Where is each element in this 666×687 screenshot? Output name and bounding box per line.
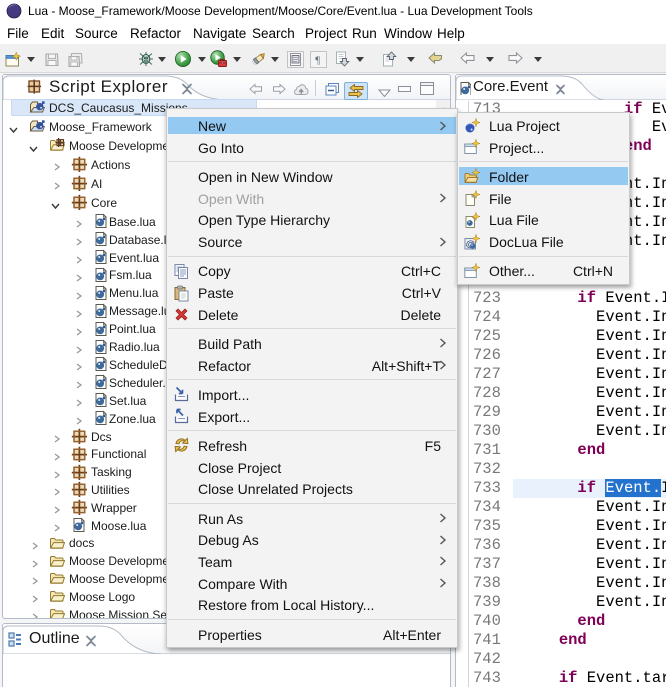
svg-text:¶: ¶: [315, 55, 320, 67]
